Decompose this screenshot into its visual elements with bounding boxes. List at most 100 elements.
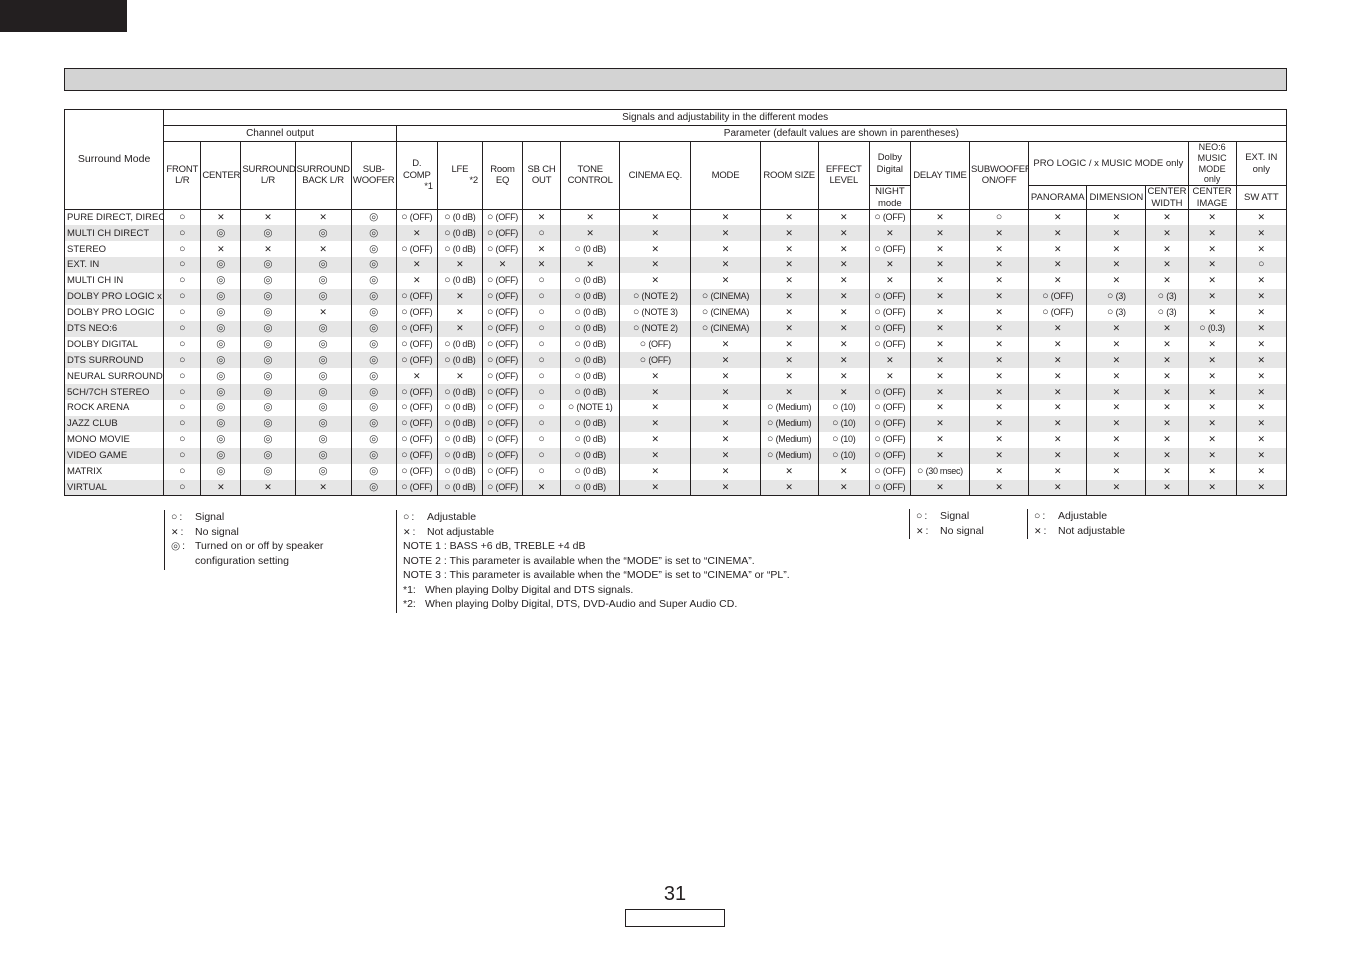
double-circle-icon [369,339,378,350]
default-value: (OFF) [880,402,906,413]
cross-icon [1163,245,1171,255]
cross-icon [1054,356,1062,366]
table-cell [436,257,483,274]
cross-icon [1054,245,1062,255]
cross-icon [995,292,1003,302]
table-cell [1145,400,1189,417]
default-value: (0 dB) [450,211,476,222]
table-cell [1028,463,1088,480]
col-pro-logic-group: PRO LOGIC / x MUSIC MODE only [1028,140,1189,187]
table-cell [1145,336,1189,353]
cross-icon [840,372,848,382]
table-cell: (OFF) [481,273,524,289]
table-cell [619,416,692,432]
table-cell [690,400,761,417]
table-cell [240,416,296,432]
table-cell: (0 dB) [436,400,483,417]
legend-label: Adjustable [1058,510,1108,522]
circle-icon [538,466,544,477]
table-cell [294,463,352,480]
table-cell [690,479,761,496]
cross-icon [652,260,660,270]
cross-icon [785,324,793,334]
cross-icon [785,292,793,302]
table-cell: (OFF) [868,479,911,496]
table-cell [1086,479,1147,496]
table-cell [690,225,761,242]
table-cell: (3) [1145,304,1189,321]
cross-icon [319,245,327,255]
table-cell [1086,368,1147,385]
table-cell [481,257,524,274]
cross-icon [995,403,1003,413]
default-value: (0 dB) [450,434,476,445]
table-cell [1028,447,1088,464]
table-cell [817,209,870,226]
table-cell: (Medium) [759,431,819,448]
default-value: (OFF) [646,338,671,349]
double-circle-icon [369,212,378,223]
table-cell [759,209,819,226]
double-circle-icon [216,355,225,366]
cross-icon [936,213,944,223]
cross-icon [722,245,730,255]
col-sw-att: SW ATT [1235,185,1288,210]
col-surround: SURROUND L/R [240,141,296,210]
default-value: (OFF) [407,211,433,222]
table-cell [240,352,296,369]
cross-icon [264,483,272,493]
default-value: (OFF) [493,402,518,413]
table-cell: (CINEMA) [690,288,761,305]
table-cell [522,416,562,432]
default-value: (OFF) [493,418,518,429]
table-cell [1145,273,1189,289]
table-cell [240,273,296,289]
cross-icon [1208,229,1216,239]
table-cell [240,304,296,321]
table-cell [969,225,1030,242]
table-cell [759,225,819,242]
default-value: (OFF) [880,338,906,349]
table-cell [1028,336,1088,353]
cross-icon [995,324,1003,334]
default-value: (OFF) [493,338,518,349]
table-cell [619,479,692,496]
default-value: (OFF) [1048,291,1074,302]
table-cell [350,416,397,432]
lfe-note: *2 [469,175,478,187]
table-cell: (OFF) [395,304,438,321]
table-cell [395,225,438,242]
table-cell: (OFF) [481,368,524,385]
legend-colon: : [1043,524,1047,537]
cross-icon [785,213,793,223]
circle-icon [179,450,185,461]
table-cell [240,209,296,226]
double-circle-icon [369,355,378,366]
default-value: (0 dB) [450,227,476,238]
col-lfe: LFE *2 [436,141,483,210]
cross-icon [936,324,944,334]
cross-icon [722,419,730,429]
cross-icon [995,451,1003,461]
table-cell: (OFF) [481,288,524,305]
table-row: NEURAL SURROUND (OFF) (0 dB) [63,368,1288,385]
table-cell [294,273,352,289]
cross-icon [785,356,793,366]
legend-label: No signal [195,525,239,538]
cross-icon [1258,435,1266,445]
table-cell [817,368,870,385]
table-cell [163,241,202,258]
cross-icon [1163,276,1171,286]
table-cell [619,384,692,401]
default-value: (OFF) [880,307,906,318]
cross-icon [1208,467,1216,477]
table-cell [1028,273,1088,289]
table-cell: (0 dB) [560,241,621,258]
col-mode: MODE [690,141,761,210]
table-cell [817,336,870,353]
table-cell [522,257,562,274]
cross-icon [1258,356,1266,366]
cross-icon [538,260,546,270]
default-value: (OFF) [493,354,518,365]
table-cell [200,400,242,417]
